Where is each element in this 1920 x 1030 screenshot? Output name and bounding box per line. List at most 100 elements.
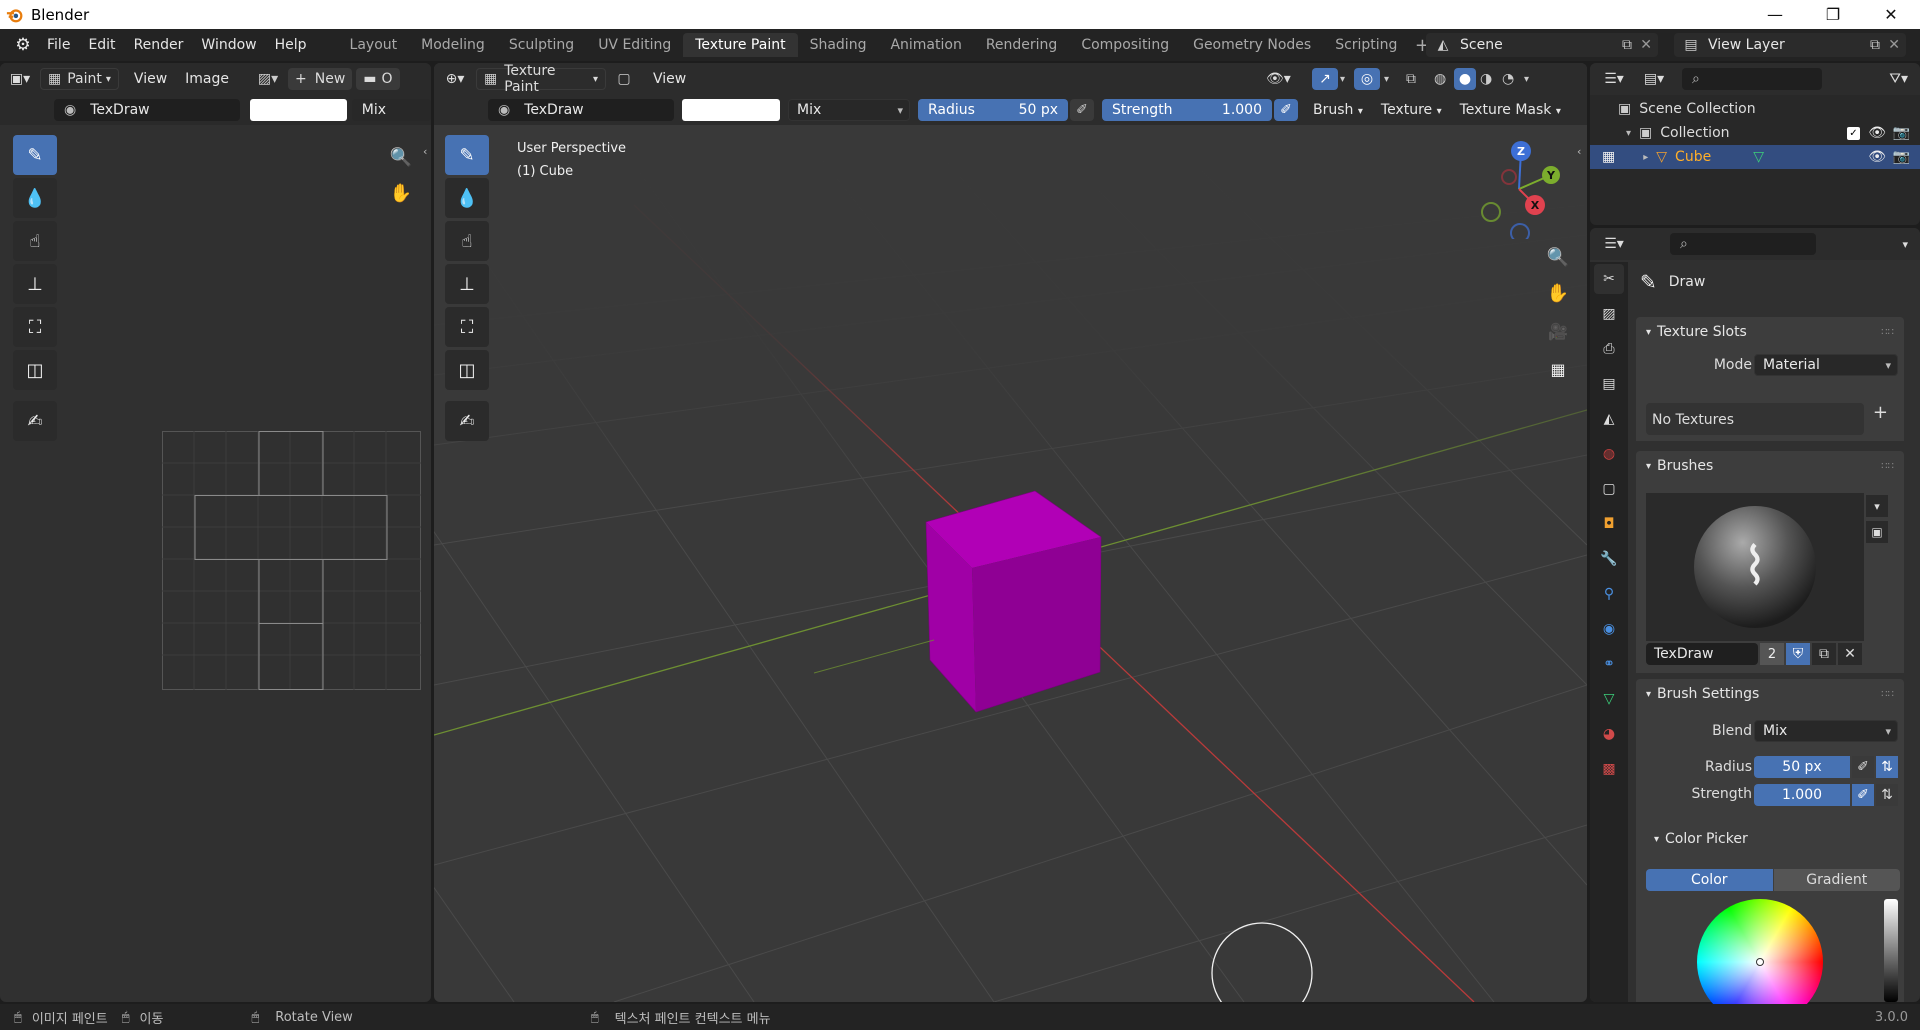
tab-object[interactable]: ◘ xyxy=(1594,509,1624,539)
image-editor[interactable]: ▣▾ ▦ Paint ▾ View Image ▨▾ + New ▬ O ◉ T… xyxy=(0,63,431,1002)
editor-type-icon[interactable]: ▣▾ xyxy=(0,71,40,87)
add-texture-icon[interactable]: + xyxy=(1873,402,1888,423)
outliner-search-input[interactable]: ⌕ xyxy=(1682,68,1822,90)
texture-menu[interactable]: Texture ▾ xyxy=(1372,99,1451,121)
outliner-row-cube[interactable]: ▦ ▸ ▽ Cube ▽ 👁 📷 xyxy=(1590,145,1920,169)
blend-dropdown[interactable]: Mix ▾ xyxy=(1754,720,1898,742)
clone-tool-button[interactable]: ⊥ xyxy=(13,264,57,304)
menu-window[interactable]: Window xyxy=(192,34,265,56)
tab-particles[interactable]: ⚲ xyxy=(1594,579,1624,609)
brush-datablock-name[interactable]: TexDraw xyxy=(1646,643,1758,665)
tab-physics[interactable]: ◉ xyxy=(1594,614,1624,644)
overlay-dropdown-icon[interactable]: ▾ xyxy=(1384,74,1389,85)
collection-checkbox[interactable]: ✓ xyxy=(1847,126,1860,140)
mask-toggle-icon[interactable]: ▢ xyxy=(610,71,638,87)
viewport-blend-dropdown[interactable]: Mix ▾ xyxy=(788,99,910,121)
outliner[interactable]: ☰▾ ▤▾ ⌕ ⛛▾ ▣ Scene Collection ▾ ▣ Collec… xyxy=(1590,63,1920,225)
brush-image-icon[interactable]: ▣ xyxy=(1866,521,1888,543)
maximize-button[interactable]: ❐ xyxy=(1804,0,1862,29)
menu-file[interactable]: File xyxy=(38,34,79,56)
vp-soften-tool-button[interactable]: 💧 xyxy=(445,178,489,218)
viewport-brush-field[interactable]: ◉ TexDraw xyxy=(488,99,674,121)
image-brush-field[interactable]: ◉ TexDraw xyxy=(54,99,240,121)
new-view-layer-icon[interactable]: ⧉ xyxy=(1870,37,1880,53)
brush-browse-icon[interactable]: ▾ xyxy=(1866,495,1888,517)
xray-toggle-icon[interactable]: ⧉ xyxy=(1406,71,1416,87)
brush-settings-panel-header[interactable]: ▾ Brush Settings ∷∷ xyxy=(1636,679,1904,709)
expand-collection-icon[interactable]: ▾ xyxy=(1626,128,1631,139)
color-wheel-cursor[interactable] xyxy=(1756,958,1764,966)
properties-search-input[interactable]: ⌕ xyxy=(1670,233,1816,255)
tab-modifiers[interactable]: 🔧 xyxy=(1594,544,1624,574)
tab-sculpting[interactable]: Sculpting xyxy=(497,33,586,57)
expand-cube-icon[interactable]: ▸ xyxy=(1643,152,1648,163)
viewport-strength-slider[interactable]: Strength 1.000 xyxy=(1102,99,1272,121)
tab-constraints[interactable]: ⚭ xyxy=(1594,649,1624,679)
view-layer-selector[interactable]: ▤ View Layer ⧉ ✕ xyxy=(1674,33,1906,57)
tab-output[interactable]: ⎙ xyxy=(1594,334,1624,364)
tab-data[interactable]: ▽ xyxy=(1594,684,1624,714)
navigation-gizmo[interactable]: Z Y X xyxy=(1469,139,1569,239)
tab-animation[interactable]: Animation xyxy=(878,33,973,57)
image-menu-image[interactable]: Image xyxy=(176,68,238,90)
display-mode-icon[interactable]: ▤▾ xyxy=(1634,71,1674,87)
tab-shading[interactable]: Shading xyxy=(798,33,879,57)
gizmo-dropdown-icon[interactable]: ▾ xyxy=(1340,74,1345,85)
shading-dropdown-icon[interactable]: ▾ xyxy=(1524,74,1529,85)
menu-edit[interactable]: Edit xyxy=(79,34,124,56)
cube-visibility-icon[interactable]: 👁 xyxy=(1868,149,1886,165)
image-pan-button[interactable]: ✋ xyxy=(385,177,417,209)
tab-texture[interactable]: ▩ xyxy=(1594,754,1624,784)
properties-editor-type-icon[interactable]: ☰▾ xyxy=(1594,236,1634,252)
tab-scene[interactable]: ◭ xyxy=(1594,404,1624,434)
brushes-drag-icon[interactable]: ∷∷ xyxy=(1881,461,1894,472)
vp-collapse-sidebar-icon[interactable]: ‹ xyxy=(1577,145,1581,158)
cube-render-icon[interactable]: 📷 xyxy=(1893,149,1910,165)
collection-visibility-icon[interactable]: 👁 xyxy=(1868,125,1886,141)
smear-tool-button[interactable]: ☝ xyxy=(13,221,57,261)
color-tab[interactable]: Color xyxy=(1646,869,1773,891)
vp-mask-tool-button[interactable]: ◫ xyxy=(445,350,489,390)
brushes-panel-header[interactable]: ▾ Brushes ∷∷ xyxy=(1636,451,1904,481)
soften-tool-button[interactable]: 💧 xyxy=(13,178,57,218)
3d-viewport[interactable]: ⊕▾ ▦ Texture Paint ▾ ▢ View 👁▾ ↗ ▾ ◎ ▾ ⧉… xyxy=(434,63,1587,1002)
minimize-button[interactable]: — xyxy=(1746,0,1804,29)
viewport-radius-slider[interactable]: Radius 50 px xyxy=(918,99,1068,121)
new-image-button[interactable]: + New xyxy=(288,68,353,90)
tab-tool[interactable]: ✂ xyxy=(1594,264,1624,294)
radius-pressure-icon[interactable]: ✐ xyxy=(1070,99,1094,121)
vp-fill-tool-button[interactable]: ⛶ xyxy=(445,307,489,347)
vp-draw-tool-button[interactable]: ✎ xyxy=(445,135,489,175)
overlay-toggle-icon[interactable]: ◎ xyxy=(1354,68,1380,90)
image-color-swatch[interactable] xyxy=(249,99,347,121)
image-blend-field[interactable]: Mix xyxy=(351,99,431,121)
viewport-editor-type-icon[interactable]: ⊕▾ xyxy=(434,71,476,87)
outliner-row-collection[interactable]: ▾ ▣ Collection ✓ 👁 📷 xyxy=(1590,121,1920,145)
scene-selector[interactable]: ◭ Scene ⧉ ✕ xyxy=(1426,33,1658,57)
brush-users-count[interactable]: 2 xyxy=(1760,643,1784,665)
brush-menu[interactable]: Brush ▾ xyxy=(1304,99,1372,121)
properties-options-icon[interactable]: ▾ xyxy=(1902,238,1908,251)
close-window-button[interactable]: ✕ xyxy=(1862,0,1920,29)
vp-annotate-tool-button[interactable]: ✍ xyxy=(445,401,489,441)
paint-mode-dropdown[interactable]: ▦ Paint ▾ xyxy=(40,68,119,90)
image-zoom-button[interactable]: 🔍 xyxy=(385,141,417,173)
collection-render-icon[interactable]: 📷 xyxy=(1893,125,1910,141)
strength-pressure-toggle-icon[interactable]: ✐ xyxy=(1852,784,1874,806)
texture-slots-panel-header[interactable]: ▾ Texture Slots ∷∷ xyxy=(1636,317,1904,347)
value-slider[interactable] xyxy=(1884,899,1898,1002)
wireframe-shading-icon[interactable]: ◍ xyxy=(1434,71,1446,87)
tab-render[interactable]: ▨ xyxy=(1594,299,1624,329)
texture-slot-list[interactable]: No Textures xyxy=(1646,403,1864,435)
tab-scripting[interactable]: Scripting xyxy=(1323,33,1409,57)
image-browse-icon[interactable]: ▨▾ xyxy=(248,71,288,87)
visibility-dropdown-icon[interactable]: 👁▾ xyxy=(1266,71,1291,87)
blender-menu-icon[interactable]: ⚙ xyxy=(8,35,38,55)
delete-view-layer-icon[interactable]: ✕ xyxy=(1888,37,1900,53)
vp-clone-tool-button[interactable]: ⊥ xyxy=(445,264,489,304)
gradient-tab[interactable]: Gradient xyxy=(1773,869,1900,891)
brush-preview[interactable]: ⌇ xyxy=(1646,493,1864,641)
material-shading-icon[interactable]: ◑ xyxy=(1480,71,1492,87)
menu-help[interactable]: Help xyxy=(266,34,316,56)
viewport-color-swatch[interactable] xyxy=(682,99,780,121)
